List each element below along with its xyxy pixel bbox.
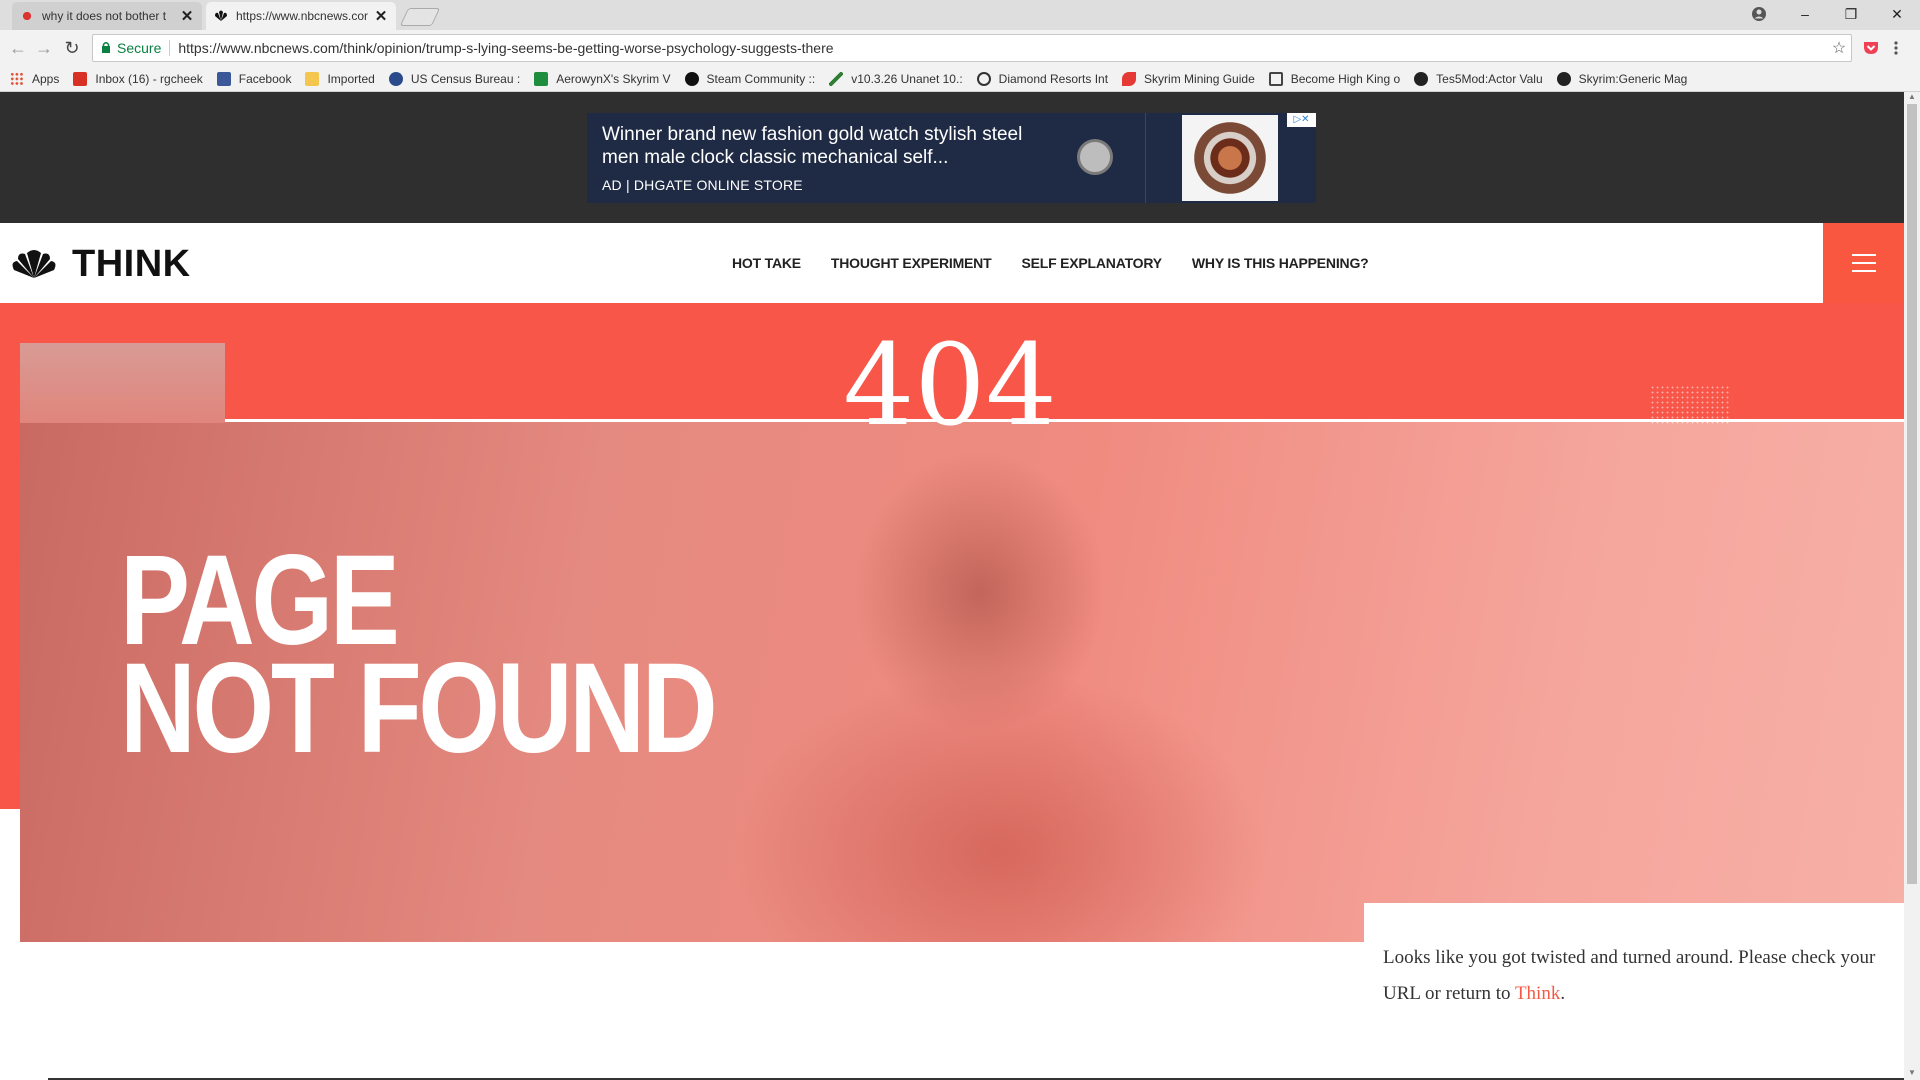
logo-wordmark: THINK <box>72 243 191 285</box>
skyrim-mining-icon <box>1122 71 1137 86</box>
bookmark-diamond-resorts[interactable]: Diamond Resorts Int <box>976 71 1108 86</box>
bookmark-skyrim-mining[interactable]: Skyrim Mining Guide <box>1122 71 1255 86</box>
bookmark-unanet[interactable]: v10.3.26 Unanet 10.: <box>829 71 963 86</box>
steam-icon <box>684 71 699 86</box>
ad-source: AD | DHGATE ONLINE STORE <box>602 177 803 193</box>
page-viewport: Winner brand new fashion gold watch styl… <box>0 92 1904 1080</box>
close-window-button[interactable]: ✕ <box>1874 0 1920 28</box>
nbc-peacock-icon <box>214 9 228 23</box>
bookmark-aerowynx[interactable]: AerowynX's Skyrim V <box>534 71 671 86</box>
browser-menu-icon[interactable] <box>1894 40 1904 56</box>
unanet-icon <box>829 71 844 86</box>
tab-close-icon[interactable]: ✕ <box>180 7 194 25</box>
sheets-icon <box>534 71 549 86</box>
bookmark-high-king[interactable]: Become High King o <box>1268 71 1400 86</box>
forward-arrow-icon[interactable]: → <box>34 38 54 58</box>
main-nav: HOT TAKE THOUGHT EXPERIMENT SELF EXPLANA… <box>732 223 1399 303</box>
advertisement[interactable]: Winner brand new fashion gold watch styl… <box>587 113 1316 203</box>
tab-title: why it does not bother t <box>42 9 167 23</box>
address-bar[interactable]: Secure https://www.nbcnews.com/think/opi… <box>92 34 1852 62</box>
uesp-icon <box>1414 71 1429 86</box>
error-code: 404 <box>843 321 1057 451</box>
site-favicon-icon <box>20 9 34 23</box>
scroll-down-icon[interactable]: ▼ <box>1904 1068 1920 1080</box>
watch-image[interactable] <box>1182 115 1278 201</box>
bookmark-tes5mod[interactable]: Tes5Mod:Actor Valu <box>1414 71 1543 86</box>
tab-title: https://www.nbcnews.cor <box>236 9 369 23</box>
hero-image-corner <box>20 343 225 423</box>
adchoices-icon[interactable]: ▷✕ <box>1287 113 1316 127</box>
hamburger-menu-button[interactable] <box>1823 223 1904 303</box>
profile-icon[interactable] <box>1736 0 1782 28</box>
bookmark-gmail[interactable]: Inbox (16) - rgcheek <box>73 71 203 86</box>
diamond-resorts-icon <box>976 71 991 86</box>
new-tab-button[interactable] <box>399 8 441 26</box>
pocket-extension-icon[interactable] <box>1862 40 1880 56</box>
folder-icon <box>305 71 320 86</box>
think-logo[interactable]: THINK <box>10 243 191 286</box>
secure-label: Secure <box>117 40 171 56</box>
url-text[interactable]: https://www.nbcnews.com/think/opinion/tr… <box>178 40 1827 56</box>
tab-1[interactable]: why it does not bother t ✕ <box>12 2 202 30</box>
apps-grid-icon <box>10 71 24 86</box>
scroll-up-icon[interactable]: ▲ <box>1904 92 1920 104</box>
back-arrow-icon[interactable]: ← <box>8 38 28 58</box>
nav-self-explanatory[interactable]: SELF EXPLANATORY <box>1021 255 1162 271</box>
facebook-icon <box>216 71 231 86</box>
lock-icon <box>101 41 111 56</box>
error-title: PAGE NOT FOUND <box>120 537 718 780</box>
high-king-icon <box>1268 71 1283 86</box>
census-icon <box>388 71 403 86</box>
nav-hot-take[interactable]: HOT TAKE <box>732 255 801 271</box>
tab-2[interactable]: https://www.nbcnews.cor ✕ <box>206 2 396 30</box>
error-title-line-2: NOT FOUND <box>120 637 718 780</box>
bookmark-star-icon[interactable]: ☆ <box>1827 38 1851 58</box>
page-scrollbar[interactable]: ▲ ▼ <box>1904 92 1920 1080</box>
bookmark-facebook[interactable]: Facebook <box>216 71 291 86</box>
nav-thought-experiment[interactable]: THOUGHT EXPERIMENT <box>831 255 992 271</box>
tab-close-icon[interactable]: ✕ <box>374 7 388 25</box>
bookmark-steam[interactable]: Steam Community :: <box>684 71 815 86</box>
bookmark-apps[interactable]: Apps <box>10 71 59 86</box>
ad-banner-area: Winner brand new fashion gold watch styl… <box>0 92 1904 223</box>
bookmark-skyrim-generic[interactable]: Skyrim:Generic Mag <box>1556 71 1687 86</box>
hamburger-icon <box>1852 254 1876 256</box>
globe-icon <box>1077 139 1113 175</box>
hero-side-band <box>0 419 20 809</box>
nav-why-is-this-happening[interactable]: WHY IS THIS HAPPENING? <box>1192 255 1369 271</box>
bookmarks-bar: Apps Inbox (16) - rgcheek Facebook Impor… <box>0 66 1920 92</box>
gmail-icon <box>73 71 88 86</box>
ad-headline[interactable]: Winner brand new fashion gold watch styl… <box>602 123 1062 169</box>
error-message: Looks like you got twisted and turned ar… <box>1383 947 1876 1004</box>
uesp-icon <box>1556 71 1571 86</box>
restore-button[interactable]: ❐ <box>1828 0 1874 28</box>
return-to-think-link[interactable]: Think <box>1515 983 1560 1004</box>
decorative-dots <box>1650 385 1730 425</box>
reload-icon[interactable]: ↻ <box>62 38 82 58</box>
bookmark-census[interactable]: US Census Bureau : <box>388 71 520 86</box>
nbc-peacock-icon <box>12 249 56 278</box>
browser-toolbar: ← → ↻ Secure https://www.nbcnews.com/thi… <box>0 30 1920 66</box>
site-header: THINK HOT TAKE THOUGHT EXPERIMENT SELF E… <box>0 223 1904 303</box>
scrollbar-thumb[interactable] <box>1907 104 1917 884</box>
bookmark-imported[interactable]: Imported <box>305 71 375 86</box>
ad-divider <box>1145 113 1146 203</box>
browser-tabstrip: why it does not bother t ✕ https://www.n… <box>0 0 1920 30</box>
minimize-button[interactable]: – <box>1782 0 1828 28</box>
